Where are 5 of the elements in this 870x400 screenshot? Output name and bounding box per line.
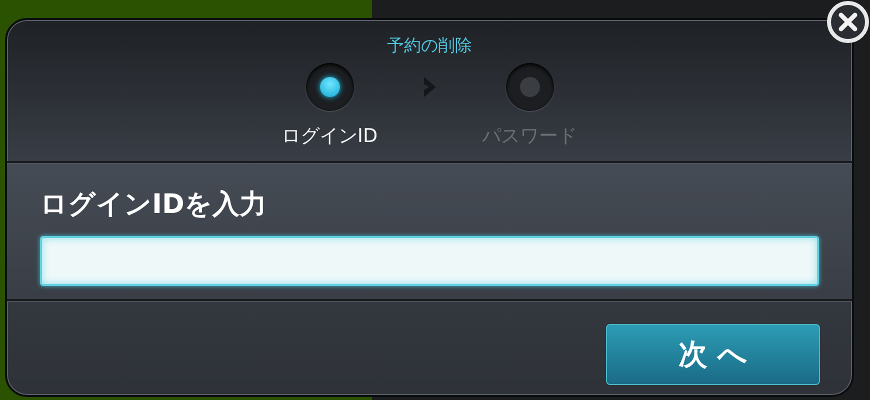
dialog-title: 予約の削除	[387, 35, 472, 57]
input-field[interactable]	[40, 236, 819, 286]
step-label: ログインID	[281, 124, 378, 149]
field-label: ログインIDを入力	[40, 188, 268, 222]
next-button[interactable]: 次 へ	[606, 324, 820, 385]
